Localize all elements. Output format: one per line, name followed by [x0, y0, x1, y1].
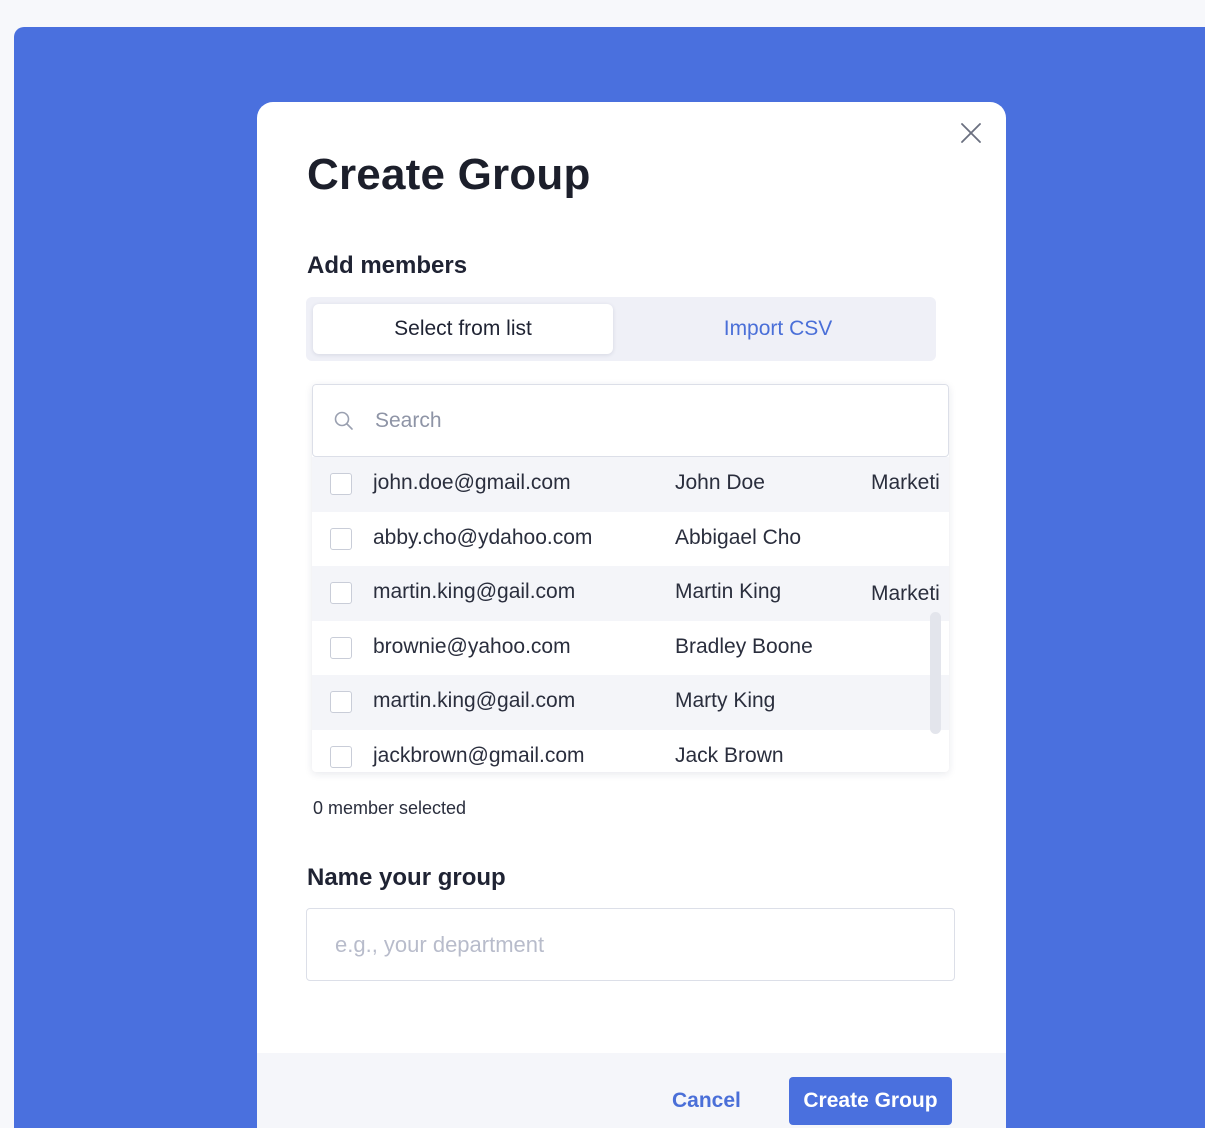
member-list-scrollbar[interactable] — [930, 612, 941, 734]
member-checkbox[interactable] — [330, 636, 352, 659]
member-email: abby.cho@ydahoo.com — [373, 525, 593, 549]
tab-select-from-list[interactable]: Select from list — [313, 304, 613, 354]
member-row[interactable]: abby.cho@ydahoo.com Abbigael Cho — [312, 512, 949, 567]
cancel-button[interactable]: Cancel — [672, 1089, 741, 1113]
member-name: Bradley Boone — [675, 634, 813, 658]
member-checkbox[interactable] — [330, 473, 352, 495]
modal-title: Create Group — [307, 150, 591, 199]
member-name: Abbigael Cho — [675, 525, 802, 549]
close-icon[interactable] — [955, 117, 987, 149]
member-email: brownie@yahoo.com — [373, 634, 571, 658]
search-box — [312, 384, 949, 457]
create-group-modal: Create Group Add members Select from lis… — [257, 102, 1006, 1128]
member-email: john.doe@gmail.com — [373, 471, 571, 494]
member-name: Jack Brown — [675, 743, 784, 767]
member-department: Marketi — [871, 471, 940, 494]
member-row[interactable]: brownie@yahoo.com Bradley Boone — [312, 621, 949, 676]
member-source-tabs: Select from list Import CSV — [306, 297, 936, 361]
member-email: martin.king@gail.com — [373, 689, 576, 712]
search-input[interactable] — [373, 395, 937, 447]
group-name-label: Name your group — [307, 864, 506, 891]
member-checkbox[interactable] — [330, 582, 352, 604]
add-members-label: Add members — [307, 252, 468, 279]
member-row[interactable]: jackbrown@gmail.com Jack Brown — [312, 730, 949, 773]
member-row[interactable]: john.doe@gmail.com John Doe Marketi — [312, 457, 949, 512]
member-checkbox[interactable] — [330, 691, 352, 713]
member-name: John Doe — [675, 471, 765, 494]
member-email: jackbrown@gmail.com — [373, 743, 585, 767]
member-checkbox[interactable] — [330, 527, 352, 550]
close-button[interactable] — [955, 117, 987, 149]
selected-count: 0 member selected — [313, 798, 467, 818]
search-icon — [334, 411, 353, 430]
member-list-panel: john.doe@gmail.com John Doe Marketi abby… — [312, 384, 949, 772]
create-group-button[interactable]: Create Group — [789, 1077, 952, 1125]
member-row[interactable]: martin.king@gail.com Marty King — [312, 675, 949, 730]
modal-footer: Cancel Create Group — [257, 1053, 1006, 1128]
group-name-input[interactable] — [306, 908, 955, 981]
member-department: Marketi — [871, 582, 940, 605]
member-name: Marty King — [675, 689, 776, 712]
tab-import-csv[interactable]: Import CSV — [628, 304, 928, 354]
member-name: Martin King — [675, 580, 782, 603]
member-list: john.doe@gmail.com John Doe Marketi abby… — [312, 457, 949, 772]
member-email: martin.king@gail.com — [373, 580, 576, 603]
member-row[interactable]: martin.king@gail.com Martin King Marketi — [312, 566, 949, 621]
member-checkbox[interactable] — [330, 745, 352, 768]
